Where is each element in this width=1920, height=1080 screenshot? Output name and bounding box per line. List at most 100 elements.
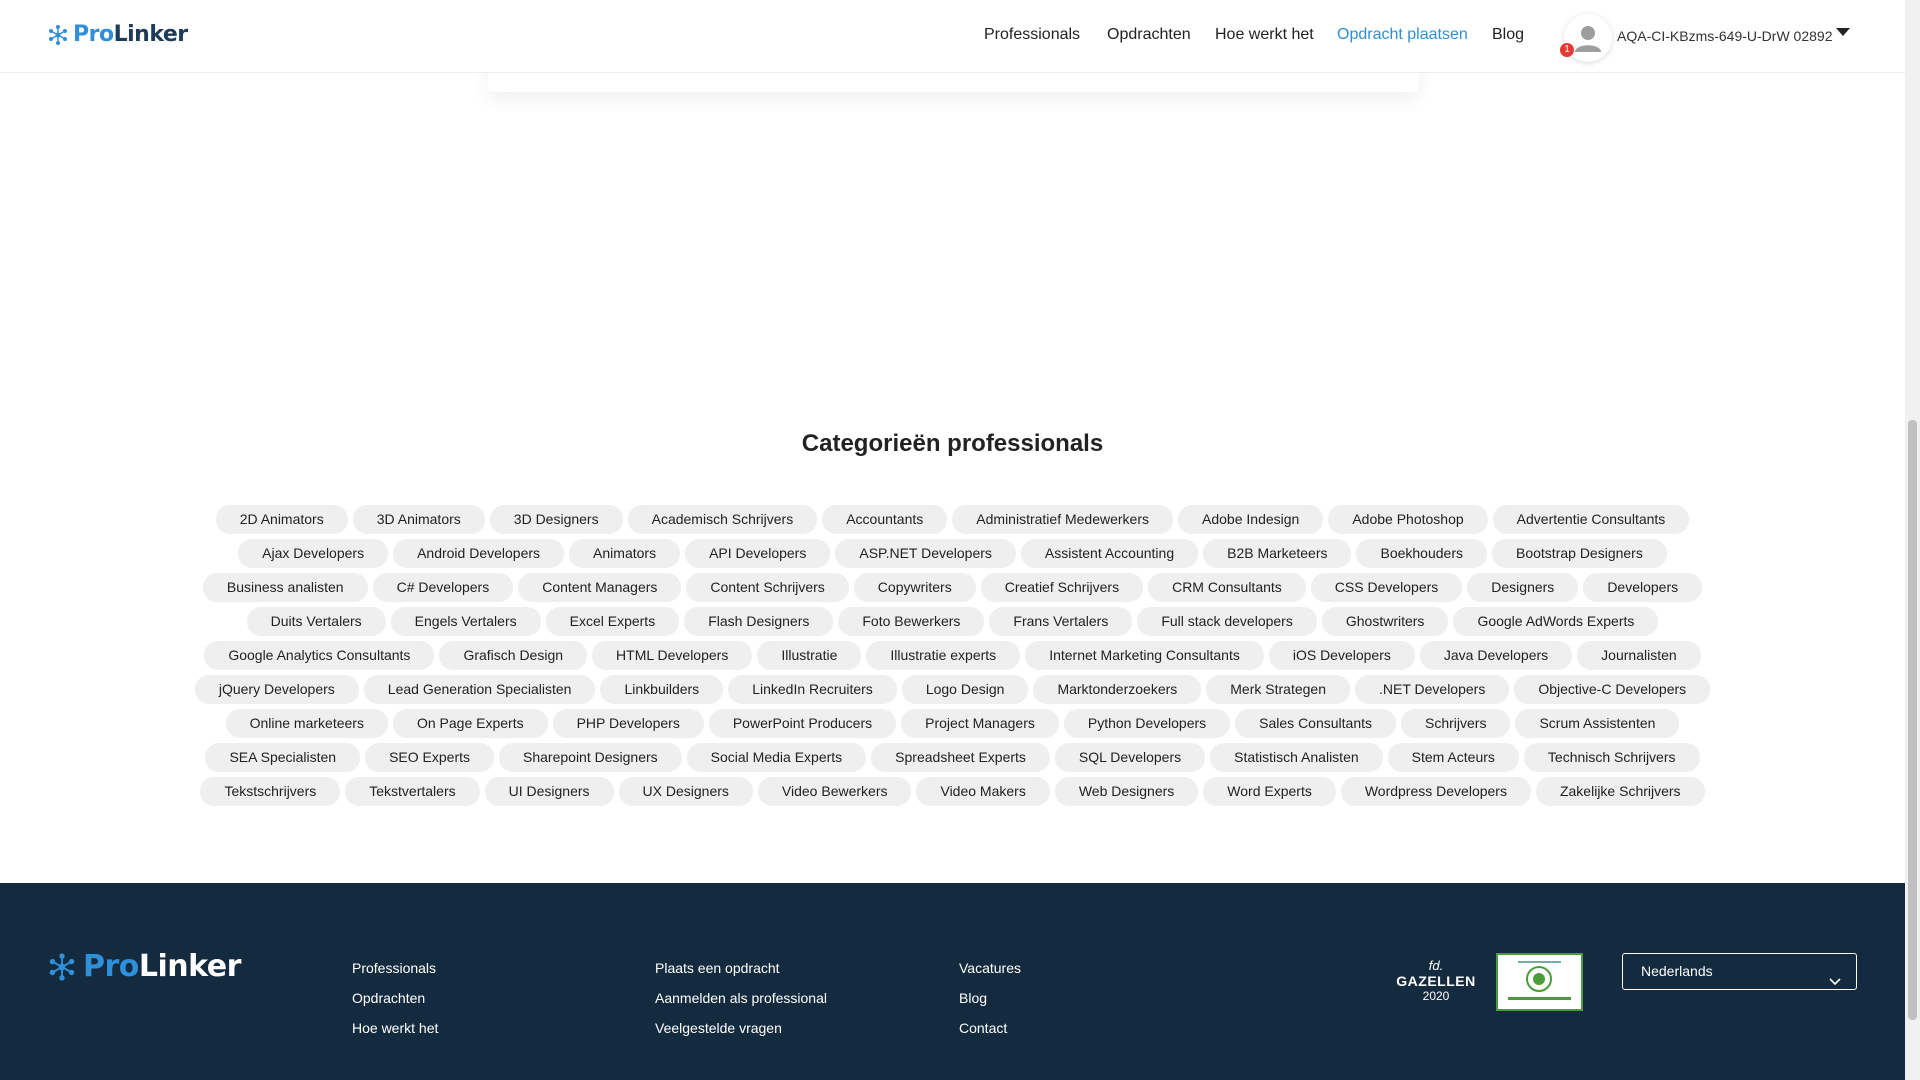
category-tag[interactable]: Ghostwriters xyxy=(1321,607,1449,636)
category-tag[interactable]: UX Designers xyxy=(618,777,753,806)
category-tag[interactable]: Google Analytics Consultants xyxy=(204,641,435,670)
category-tag[interactable]: Flash Designers xyxy=(684,607,834,636)
category-tag[interactable]: Statistisch Analisten xyxy=(1210,743,1383,772)
category-tag[interactable]: Content Managers xyxy=(518,573,682,602)
category-tag[interactable]: Objective-C Developers xyxy=(1514,675,1711,704)
category-tag[interactable]: Designers xyxy=(1467,573,1579,602)
category-tag[interactable]: Advertentie Consultants xyxy=(1492,505,1690,534)
category-tag[interactable]: Grafisch Design xyxy=(439,641,588,670)
category-tag[interactable]: API Developers xyxy=(685,539,831,568)
category-tag[interactable]: Spreadsheet Experts xyxy=(871,743,1050,772)
category-tag[interactable]: Video Bewerkers xyxy=(757,777,912,806)
category-tag[interactable]: Bootstrap Designers xyxy=(1492,539,1667,568)
category-tag[interactable]: Zakelijke Schrijvers xyxy=(1535,777,1705,806)
category-tag[interactable]: Boekhouders xyxy=(1356,539,1487,568)
category-tag[interactable]: HTML Developers xyxy=(592,641,753,670)
category-tag[interactable]: CSS Developers xyxy=(1310,573,1463,602)
category-tag[interactable]: Copywriters xyxy=(853,573,976,602)
category-tag[interactable]: Administratief Medewerkers xyxy=(952,505,1174,534)
category-tag[interactable]: Ajax Developers xyxy=(238,539,389,568)
footer-link-aanmelden[interactable]: Aanmelden als professional xyxy=(655,983,827,1013)
category-tag[interactable]: Word Experts xyxy=(1203,777,1336,806)
category-tag[interactable]: Journalisten xyxy=(1577,641,1701,670)
category-tag[interactable]: On Page Experts xyxy=(392,709,548,738)
category-tag[interactable]: Technisch Schrijvers xyxy=(1523,743,1700,772)
category-tag[interactable]: Engels Vertalers xyxy=(390,607,541,636)
category-tag[interactable]: Marktonderzoekers xyxy=(1033,675,1202,704)
caret-down-icon[interactable] xyxy=(1836,24,1850,42)
nav-blog[interactable]: Blog xyxy=(1492,26,1524,44)
category-tag[interactable]: 3D Animators xyxy=(352,505,485,534)
category-tag[interactable]: Schrijvers xyxy=(1401,709,1511,738)
category-tag[interactable]: PHP Developers xyxy=(552,709,704,738)
category-tag[interactable]: Creatief Schrijvers xyxy=(980,573,1144,602)
category-tag[interactable]: Scrum Assistenten xyxy=(1515,709,1680,738)
category-tag[interactable]: Stem Acteurs xyxy=(1387,743,1519,772)
footer-link-contact[interactable]: Contact xyxy=(959,1013,1021,1043)
category-tag[interactable]: Lead Generation Specialisten xyxy=(363,675,596,704)
category-tag[interactable]: Business analisten xyxy=(202,573,368,602)
category-tag[interactable]: SQL Developers xyxy=(1054,743,1206,772)
category-tag[interactable]: Duits Vertalers xyxy=(246,607,386,636)
category-tag[interactable]: Full stack developers xyxy=(1137,607,1317,636)
category-tag[interactable]: Adobe Photoshop xyxy=(1328,505,1488,534)
category-tag[interactable]: SEA Specialisten xyxy=(205,743,361,772)
category-tag[interactable]: jQuery Developers xyxy=(194,675,359,704)
category-tag[interactable]: Academisch Schrijvers xyxy=(627,505,818,534)
category-tag[interactable]: Tekstvertalers xyxy=(345,777,480,806)
category-tag[interactable]: Foto Bewerkers xyxy=(838,607,985,636)
category-tag[interactable]: Assistent Accounting xyxy=(1020,539,1199,568)
category-tag[interactable]: UI Designers xyxy=(484,777,614,806)
category-tag[interactable]: Project Managers xyxy=(901,709,1059,738)
footer-link-vacatures[interactable]: Vacatures xyxy=(959,953,1021,983)
category-tag[interactable]: 2D Animators xyxy=(215,505,348,534)
category-tag[interactable]: SEO Experts xyxy=(365,743,495,772)
category-tag[interactable]: Frans Vertalers xyxy=(989,607,1133,636)
username[interactable]: AQA-CI-KBzms-649-U-DrW 02892 xyxy=(1617,28,1833,44)
category-tag[interactable]: Wordpress Developers xyxy=(1340,777,1531,806)
category-tag[interactable]: Logo Design xyxy=(901,675,1029,704)
prolinker-logo[interactable]: ProLinker xyxy=(47,22,188,47)
category-tag[interactable]: Content Schrijvers xyxy=(686,573,849,602)
category-tag[interactable]: Android Developers xyxy=(393,539,565,568)
category-tag[interactable]: Developers xyxy=(1583,573,1703,602)
category-tag[interactable]: CRM Consultants xyxy=(1148,573,1306,602)
category-tag[interactable]: Web Designers xyxy=(1054,777,1199,806)
nav-hoe-werkt-het[interactable]: Hoe werkt het xyxy=(1215,26,1314,44)
category-tag[interactable]: iOS Developers xyxy=(1268,641,1415,670)
category-tag[interactable]: Illustratie xyxy=(757,641,862,670)
footer-link-blog[interactable]: Blog xyxy=(959,983,1021,1013)
category-tag[interactable]: Adobe Indesign xyxy=(1178,505,1324,534)
category-tag[interactable]: LinkedIn Recruiters xyxy=(728,675,897,704)
footer-link-plaats-opdracht[interactable]: Plaats een opdracht xyxy=(655,953,827,983)
nav-professionals[interactable]: Professionals xyxy=(984,26,1080,44)
category-tag[interactable]: Accountants xyxy=(822,505,948,534)
category-tag[interactable]: Video Makers xyxy=(916,777,1050,806)
category-tag[interactable]: C# Developers xyxy=(372,573,514,602)
category-tag[interactable]: .NET Developers xyxy=(1354,675,1510,704)
category-tag[interactable]: Linkbuilders xyxy=(600,675,724,704)
category-tag[interactable]: Internet Marketing Consultants xyxy=(1025,641,1264,670)
category-tag[interactable]: Google AdWords Experts xyxy=(1453,607,1659,636)
category-tag[interactable]: ASP.NET Developers xyxy=(835,539,1016,568)
category-tag[interactable]: Illustratie experts xyxy=(866,641,1021,670)
category-tag[interactable]: Merk Strategen xyxy=(1206,675,1350,704)
category-tag[interactable]: Tekstschrijvers xyxy=(200,777,341,806)
footer-link-hoe-werkt-het[interactable]: Hoe werkt het xyxy=(352,1013,438,1043)
footer-logo[interactable]: ProLinker xyxy=(47,949,241,984)
footer-link-faq[interactable]: Veelgestelde vragen xyxy=(655,1013,827,1043)
category-tag[interactable]: Java Developers xyxy=(1419,641,1573,670)
category-tag[interactable]: Online marketeers xyxy=(225,709,388,738)
category-tag[interactable]: Sales Consultants xyxy=(1235,709,1396,738)
category-tag[interactable]: PowerPoint Producers xyxy=(708,709,897,738)
language-select[interactable]: Nederlands xyxy=(1622,953,1857,990)
scrollbar-thumb[interactable] xyxy=(1908,420,1917,1020)
footer-link-professionals[interactable]: Professionals xyxy=(352,953,438,983)
category-tag[interactable]: Social Media Experts xyxy=(686,743,867,772)
footer-link-opdrachten[interactable]: Opdrachten xyxy=(352,983,438,1013)
category-tag[interactable]: Python Developers xyxy=(1063,709,1231,738)
category-tag[interactable]: Excel Experts xyxy=(545,607,680,636)
category-tag[interactable]: B2B Marketeers xyxy=(1203,539,1352,568)
nav-opdrachten[interactable]: Opdrachten xyxy=(1107,26,1191,44)
category-tag[interactable]: 3D Designers xyxy=(489,505,623,534)
